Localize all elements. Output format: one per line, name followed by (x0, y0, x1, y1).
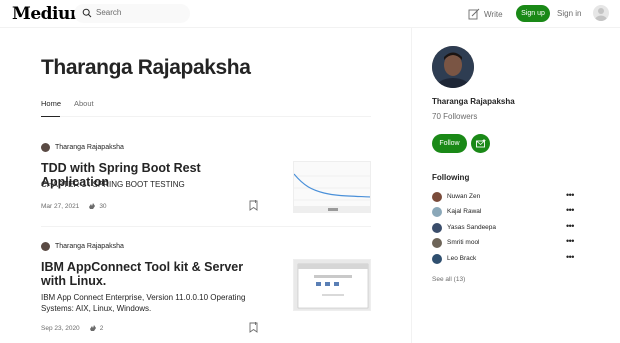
post-thumbnail[interactable] (293, 161, 371, 213)
mail-plus-icon (475, 139, 485, 148)
clap-count[interactable]: 30 (88, 202, 107, 210)
more-options-icon[interactable]: ••• (566, 252, 574, 262)
clap-icon (89, 325, 96, 331)
author-avatar (41, 242, 50, 251)
more-options-icon[interactable]: ••• (566, 205, 574, 215)
post-author-name: Tharanga Rajapaksha (55, 144, 124, 151)
subscribe-button[interactable] (471, 134, 490, 153)
post-meta: Sep 23, 2020 2 (41, 324, 103, 332)
post-card[interactable]: Tharanga Rajapaksha TDD with Spring Boot… (41, 143, 371, 215)
following-item[interactable]: Kajal Rawal ••• (432, 205, 577, 217)
post-subtitle: IBM App Connect Enterprise, Version 11.0… (41, 293, 246, 313)
following-heading: Following (432, 173, 470, 182)
sidebar-profile-name: Tharanga Rajapaksha (432, 97, 515, 106)
bookmark-icon[interactable] (249, 200, 258, 211)
post-card[interactable]: Tharanga Rajapaksha IBM AppConnect Tool … (41, 242, 371, 337)
write-label: Write (484, 9, 503, 19)
search-icon (82, 8, 92, 18)
window-thumbnail-image (294, 260, 370, 310)
post-author[interactable]: Tharanga Rajapaksha (41, 143, 124, 152)
profile-tabs: Home About (41, 99, 371, 117)
write-icon (468, 8, 480, 20)
profile-avatar (432, 46, 474, 88)
following-name: Kajal Rawal (447, 208, 482, 215)
clap-count[interactable]: 2 (89, 324, 104, 332)
post-author[interactable]: Tharanga Rajapaksha (41, 242, 124, 251)
post-date: Sep 23, 2020 (41, 324, 80, 332)
see-all-following-link[interactable]: See all (13) (432, 276, 465, 283)
clap-icon (89, 203, 96, 209)
bookmark-icon[interactable] (249, 322, 258, 333)
following-name: Smriti mool (447, 239, 480, 246)
post-title[interactable]: IBM AppConnect Tool kit & Server with Li… (41, 260, 256, 288)
following-name: Yasas Sandeepa (447, 224, 497, 231)
search-placeholder: Search (96, 8, 122, 17)
tab-about[interactable]: About (74, 99, 94, 108)
clap-value: 2 (99, 324, 104, 332)
following-name: Leo Brack (447, 255, 477, 262)
sidebar-divider (411, 28, 412, 343)
following-item[interactable]: Leo Brack ••• (432, 252, 577, 264)
following-item[interactable]: Smriti mool ••• (432, 236, 577, 248)
following-avatar (432, 207, 442, 217)
post-date: Mar 27, 2021 (41, 202, 80, 210)
following-name: Nuwan Zen (447, 193, 481, 200)
chart-thumbnail-image (294, 162, 370, 212)
more-options-icon[interactable]: ••• (566, 236, 574, 246)
more-options-icon[interactable]: ••• (566, 221, 574, 231)
clap-value: 30 (99, 202, 107, 210)
author-avatar (41, 143, 50, 152)
write-button[interactable]: Write (468, 7, 503, 21)
following-avatar (432, 192, 442, 202)
signup-button[interactable]: Sign up (516, 5, 550, 22)
user-avatar-icon[interactable] (593, 5, 609, 21)
post-divider (41, 226, 371, 227)
post-meta: Mar 27, 2021 30 (41, 202, 107, 210)
following-avatar (432, 223, 442, 233)
following-item[interactable]: Nuwan Zen ••• (432, 190, 577, 202)
search-input[interactable]: Search (74, 4, 190, 23)
post-thumbnail[interactable] (293, 259, 371, 311)
post-subtitle: CHAPTER 1 : SPRING BOOT TESTING (41, 180, 185, 189)
top-navbar: Medium Search Write Sign up Sign in (0, 0, 620, 28)
followers-count[interactable]: 70 Followers (432, 112, 477, 121)
following-item[interactable]: Yasas Sandeepa ••• (432, 221, 577, 233)
post-author-name: Tharanga Rajapaksha (55, 243, 124, 250)
follow-button[interactable]: Follow (432, 134, 467, 153)
tab-home[interactable]: Home (41, 99, 61, 117)
following-avatar (432, 238, 442, 248)
following-avatar (432, 254, 442, 264)
signin-link[interactable]: Sign in (557, 9, 581, 18)
profile-name: Tharanga Rajapaksha (41, 56, 251, 79)
more-options-icon[interactable]: ••• (566, 190, 574, 200)
